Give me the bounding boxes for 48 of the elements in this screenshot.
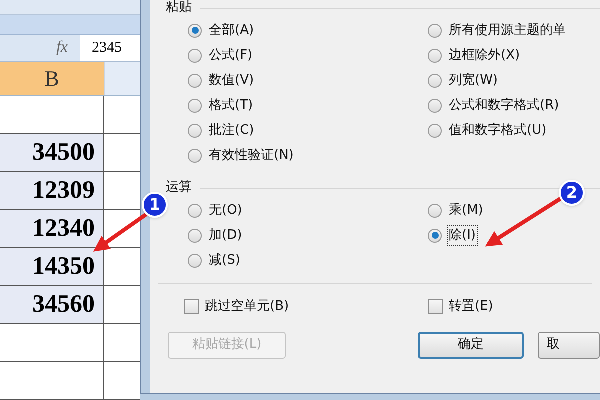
radio-label: 公式和数字格式(R) [448,96,560,115]
radio-button[interactable] [188,74,202,88]
radio-label: 无(O) [208,202,244,220]
radio-label: 数值(V) [208,72,256,90]
radio-label: 有效性验证(N) [208,146,295,165]
group-title: 运算 [166,179,192,198]
formula-input[interactable]: 2345 [80,35,140,61]
radio-label: 所有使用源主题的单 [448,22,567,40]
radio-button[interactable] [428,204,442,218]
radio-label: 乘(M) [448,202,484,220]
radio-button[interactable] [428,228,442,242]
radio-button[interactable] [188,228,202,242]
dialog-button[interactable]: 取 [538,332,600,358]
fx-label: fx [55,38,69,58]
radio-button[interactable] [188,124,202,138]
table-cell: 34500 [0,134,104,171]
radio-label: 格式(T) [208,96,254,115]
radio-button[interactable] [428,48,442,62]
group-title: 粘贴 [166,0,192,18]
table-cell: 12309 [0,172,104,209]
checkbox-label: 跳过空单元(B) [205,298,290,316]
radio-button[interactable] [188,98,202,112]
checkbox[interactable] [184,299,199,314]
radio-button[interactable] [188,204,202,218]
radio-button[interactable] [428,24,442,38]
checkbox-label: 转置(E) [449,298,494,316]
radio-label: 边框除外(X) [448,46,522,65]
table-cell: 34560 [0,286,104,323]
radio-label: 减(S) [208,252,242,270]
radio-button[interactable] [188,254,202,268]
radio-label: 除(I) [448,226,477,246]
table-cell: 14350 [0,248,104,285]
radio-button[interactable] [188,24,202,38]
radio-label: 值和数字格式(U) [448,122,548,140]
radio-button[interactable] [428,98,442,112]
radio-button[interactable] [188,148,202,162]
checkbox[interactable] [428,299,443,314]
radio-label: 批注(C) [208,122,256,140]
radio-label: 全部(A) [208,22,256,40]
radio-label: 加(D) [208,226,244,245]
radio-label: 公式(F) [208,46,254,65]
radio-button[interactable] [428,74,442,88]
radio-button[interactable] [428,124,442,138]
column-header[interactable]: B [0,62,104,95]
dialog-button[interactable]: 确定 [418,332,524,358]
radio-label: 列宽(W) [448,72,499,90]
radio-button[interactable] [188,48,202,62]
table-cell: 12340 [0,210,104,247]
